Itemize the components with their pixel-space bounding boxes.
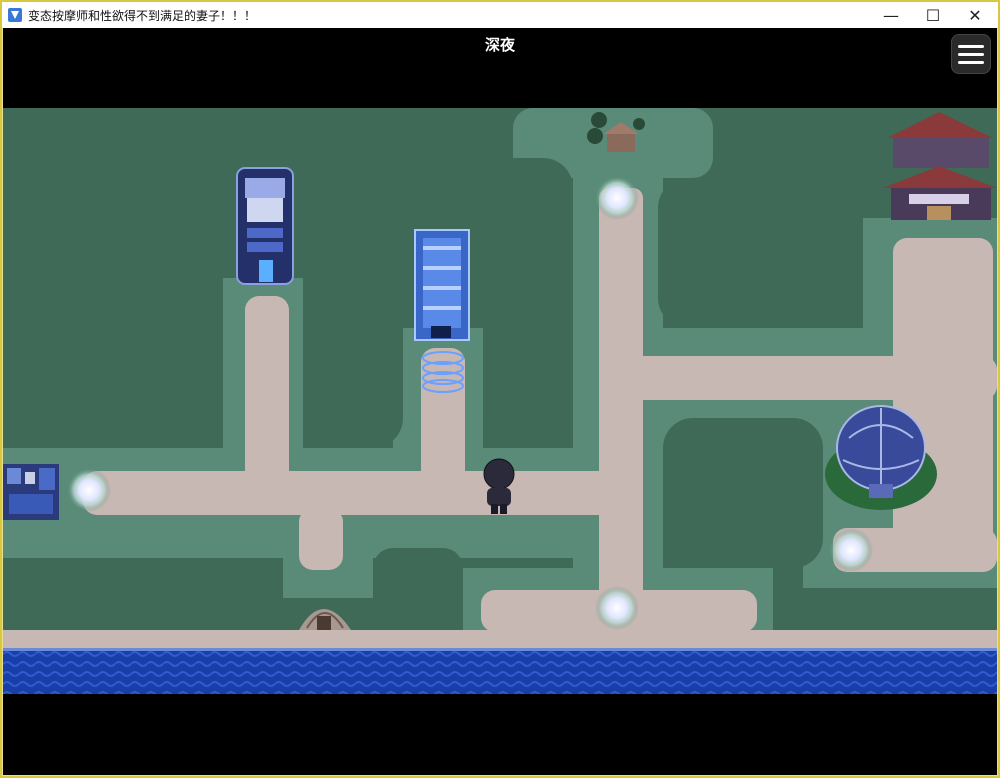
blue-tower-building[interactable] <box>236 167 294 285</box>
shore-road <box>3 630 997 648</box>
hotspot-dome[interactable] <box>829 528 873 572</box>
ocean <box>3 648 997 694</box>
maximize-button[interactable]: ☐ <box>912 2 954 28</box>
hotspot-west[interactable] <box>67 468 111 512</box>
hotspot-north[interactable] <box>595 176 639 220</box>
time-of-day-label: 深夜 <box>484 36 515 54</box>
close-button[interactable]: ✕ <box>954 2 996 28</box>
app-icon <box>8 8 22 22</box>
world-map[interactable] <box>3 28 997 775</box>
factory-building[interactable] <box>3 464 59 520</box>
minimize-button[interactable]: — <box>870 2 912 28</box>
title-bar: 变态按摩师和性欲得不到满足的妻子！！！ — ☐ ✕ <box>2 2 998 28</box>
game-screen: 深夜 <box>3 28 997 775</box>
hotspot-south[interactable] <box>595 586 639 630</box>
window-title: 变态按摩师和性欲得不到满足的妻子！！！ <box>28 8 257 23</box>
hamburger-menu-icon[interactable] <box>951 34 991 74</box>
office-building[interactable] <box>414 229 470 341</box>
